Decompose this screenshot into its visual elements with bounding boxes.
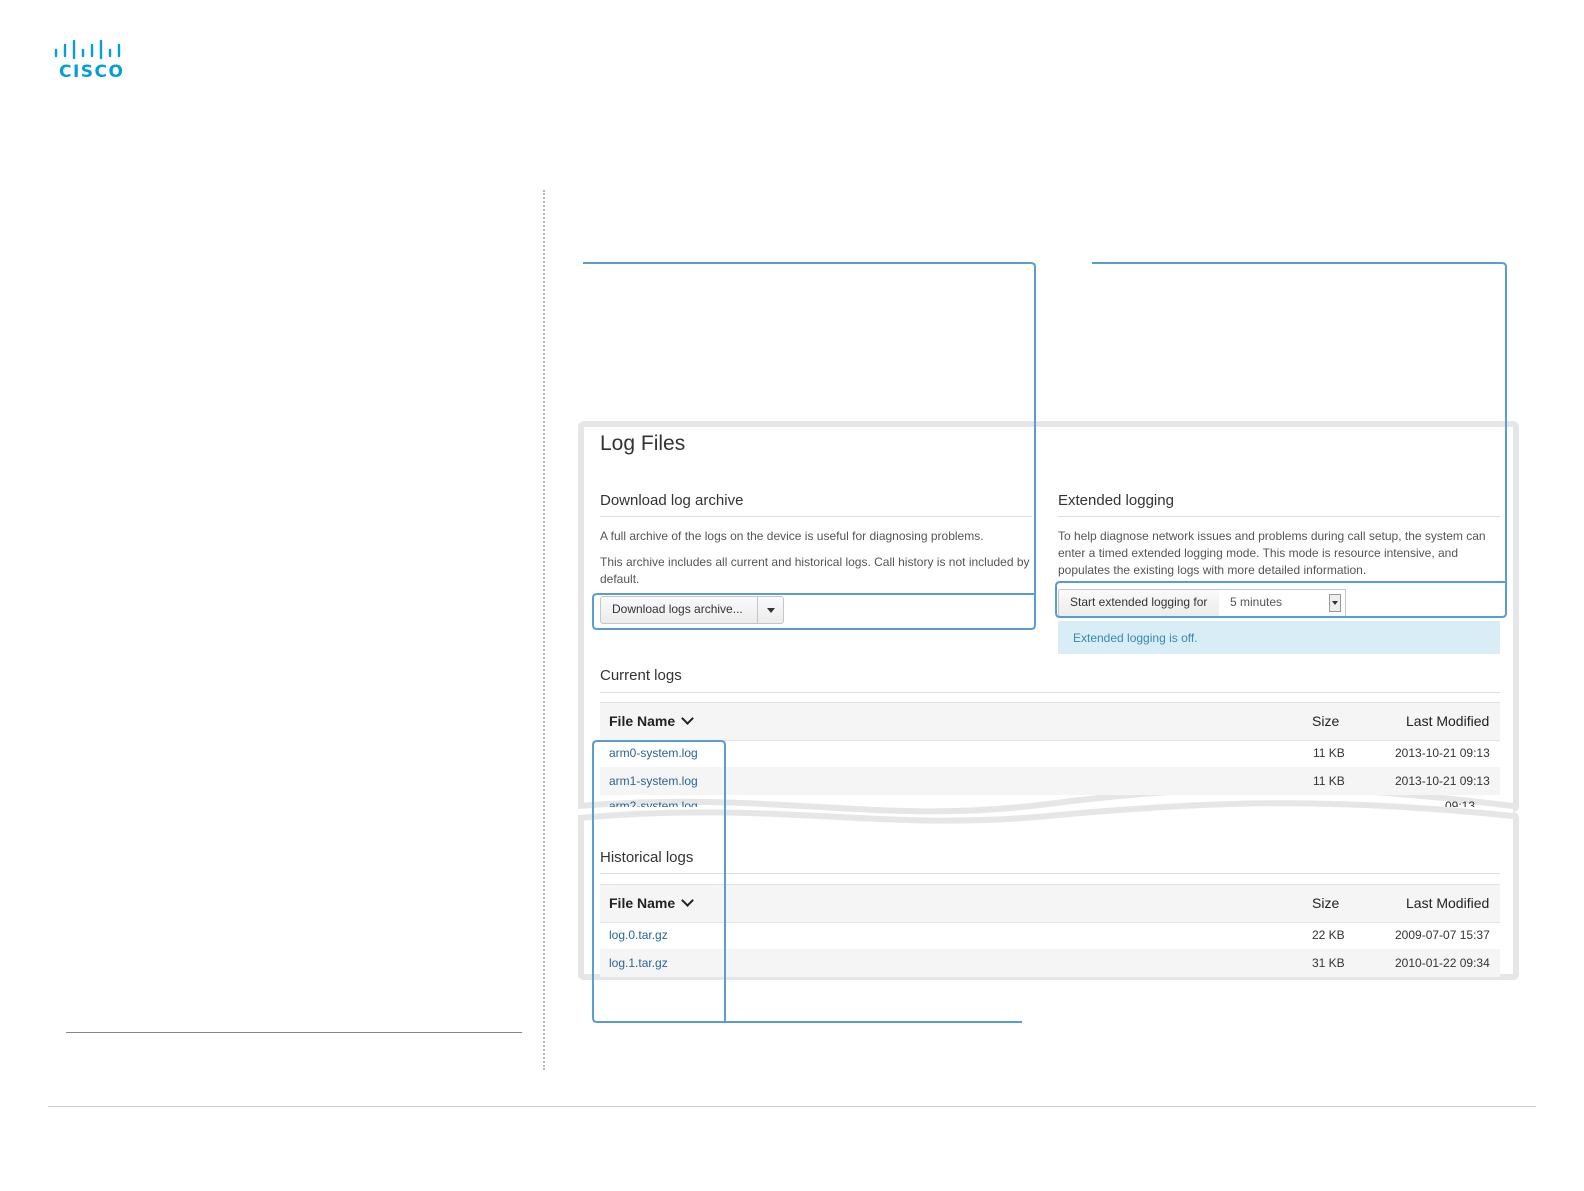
callout-lines — [583, 262, 1507, 1023]
